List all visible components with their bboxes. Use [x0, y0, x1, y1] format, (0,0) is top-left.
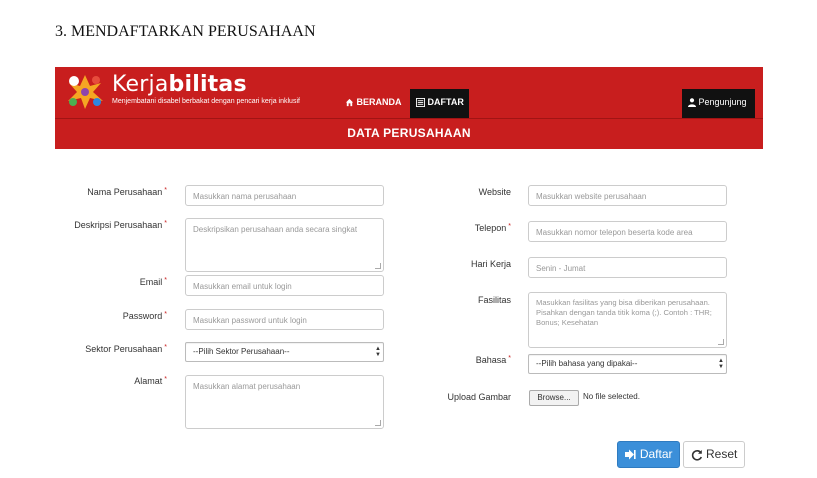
brand-name[interactable]: Kerjabilitas [112, 73, 247, 97]
user-icon [688, 98, 696, 108]
nav-daftar[interactable]: DAFTAR [410, 89, 469, 118]
section-title: DATA PERUSAHAAN [347, 126, 471, 140]
upload-label: Upload Gambar [447, 392, 511, 402]
nav-pengunjung[interactable]: Pengunjung [682, 89, 755, 118]
telepon-input[interactable]: Masukkan nomor telepon beserta kode area [528, 221, 727, 242]
email-input[interactable]: Masukkan email untuk login [185, 275, 384, 296]
nama-label: Nama Perusahaan * [87, 187, 167, 197]
password-label: Password * [122, 311, 167, 321]
logo-icon [68, 75, 103, 109]
alamat-label: Alamat * [134, 376, 167, 386]
hari-kerja-label: Hari Kerja [470, 259, 511, 269]
browse-button[interactable]: Browse... [529, 390, 579, 406]
chevron-updown-icon: ▲ ▼ [718, 358, 724, 370]
section-title-bar: DATA PERUSAHAAN [55, 118, 763, 149]
daftar-button-label: Daftar [639, 447, 673, 461]
navbar: Kerjabilitas Menjembatani disabel berbak… [55, 67, 763, 118]
fasilitas-textarea[interactable]: Masukkan fasilitas yang bisa diberikan p… [528, 292, 727, 348]
sign-in-icon [625, 449, 637, 460]
brand-name-bold: bilitas [168, 72, 247, 97]
sektor-select[interactable]: --Pilih Sektor Perusahaan-- ▲ ▼ [185, 342, 384, 362]
nav-beranda-label: BERANDA [356, 97, 402, 107]
hari-kerja-input[interactable]: Senin - Jumat [528, 257, 727, 278]
bahasa-select[interactable]: --Pilih bahasa yang dipakai-- ▲ ▼ [528, 354, 727, 374]
nav-pengunjung-label: Pengunjung [698, 97, 747, 107]
nav-daftar-label: DAFTAR [427, 97, 464, 107]
home-icon [345, 99, 354, 107]
alamat-textarea[interactable]: Masukkan alamat perusahaan [185, 375, 384, 429]
file-status: No file selected. [583, 392, 640, 401]
daftar-button[interactable]: Daftar [617, 441, 680, 468]
fasilitas-label: Fasilitas [477, 295, 511, 305]
website-label: Website [478, 187, 511, 197]
password-input[interactable]: Masukkan password untuk login [185, 309, 384, 330]
nama-perusahaan-input[interactable]: Masukkan nama perusahaan [185, 185, 384, 206]
deskripsi-textarea[interactable]: Deskripsikan perusahaan anda secara sing… [185, 218, 384, 272]
refresh-icon [691, 449, 702, 461]
nav-beranda[interactable]: BERANDA [339, 89, 402, 118]
deskripsi-label: Deskripsi Perusahaan * [74, 220, 167, 230]
bahasa-label: Bahasa * [475, 355, 511, 365]
sektor-label: Sektor Perusahaan * [85, 344, 167, 354]
chevron-updown-icon: ▲ ▼ [375, 346, 381, 358]
telepon-label: Telepon * [474, 223, 511, 233]
reset-button[interactable]: Reset [683, 441, 745, 468]
website-input[interactable]: Masukkan website perusahaan [528, 185, 727, 206]
sektor-selected-value: --Pilih Sektor Perusahaan-- [193, 347, 290, 356]
list-icon [416, 98, 425, 108]
bahasa-selected-value: --Pilih bahasa yang dipakai-- [536, 359, 638, 368]
reset-button-label: Reset [705, 447, 738, 461]
document-heading: 3. MENDAFTARKAN PERUSAHAAN [55, 23, 316, 40]
email-label: Email * [139, 277, 167, 287]
brand-name-light: Kerja [112, 72, 169, 97]
brand-tagline: Menjembatani disabel berbakat dengan pen… [112, 98, 300, 105]
